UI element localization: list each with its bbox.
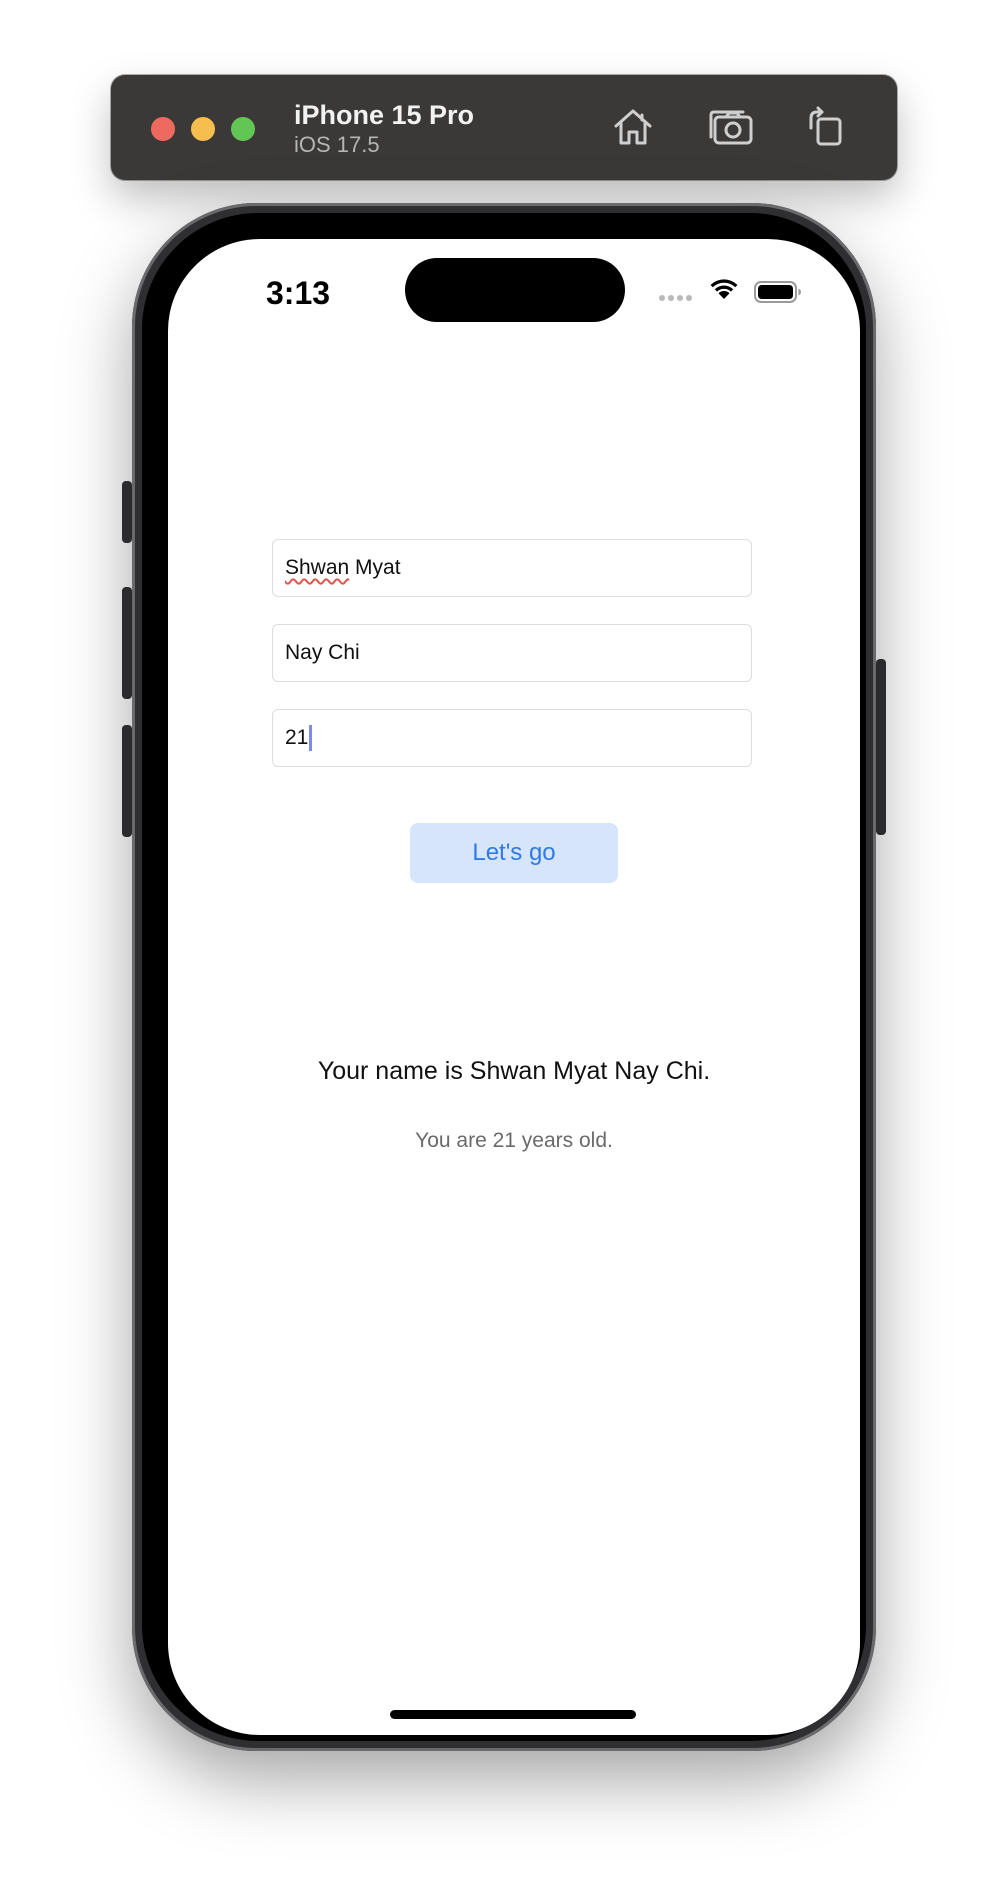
home-button[interactable] [609, 103, 657, 151]
rotate-button[interactable] [801, 103, 849, 151]
close-window-button[interactable] [151, 117, 175, 141]
screenshot-button[interactable] [708, 103, 756, 151]
minimize-window-button[interactable] [191, 117, 215, 141]
power-button [876, 659, 886, 835]
cellular-signal-icon [659, 295, 692, 301]
age-value: 21 [285, 726, 309, 749]
device-name: iPhone 15 Pro [294, 100, 475, 130]
rotate-icon [809, 106, 842, 146]
os-version: iOS 17.5 [294, 132, 380, 157]
home-indicator[interactable] [390, 1710, 636, 1719]
volume-down-button [122, 725, 132, 837]
text-cursor [309, 725, 313, 751]
result-name-text: Your name is Shwan Myat Nay Chi. [317, 1057, 711, 1085]
wifi-icon [710, 279, 738, 299]
age-input[interactable]: 21 [272, 709, 752, 767]
lets-go-button[interactable]: Let's go [410, 823, 618, 883]
camera-icon [709, 110, 753, 145]
battery-icon [754, 281, 801, 303]
volume-up-button [122, 587, 132, 699]
first-name-remainder: Myat [349, 556, 401, 579]
simulator-toolbar: iPhone 15 Pro iOS 17.5 [111, 75, 897, 180]
zoom-window-button[interactable] [231, 117, 255, 141]
result-age-text: You are 21 years old. [415, 1129, 613, 1152]
first-name-input[interactable]: Shwan Myat [272, 539, 752, 597]
device-frame: 3:13 Shwan Myat Nay Chi 21 Let's go Your… [122, 203, 886, 1751]
last-name-value: Nay Chi [285, 641, 360, 664]
first-name-misspelled-word: Shwan [285, 556, 350, 579]
device-bezel: 3:13 Shwan Myat Nay Chi 21 Let's go Your… [142, 213, 866, 1741]
dynamic-island [405, 258, 625, 322]
home-icon [614, 109, 652, 145]
action-button [122, 481, 132, 543]
device-screen: 3:13 Shwan Myat Nay Chi 21 Let's go Your… [168, 239, 860, 1735]
last-name-input[interactable]: Nay Chi [272, 624, 752, 682]
status-time: 3:13 [266, 275, 331, 311]
